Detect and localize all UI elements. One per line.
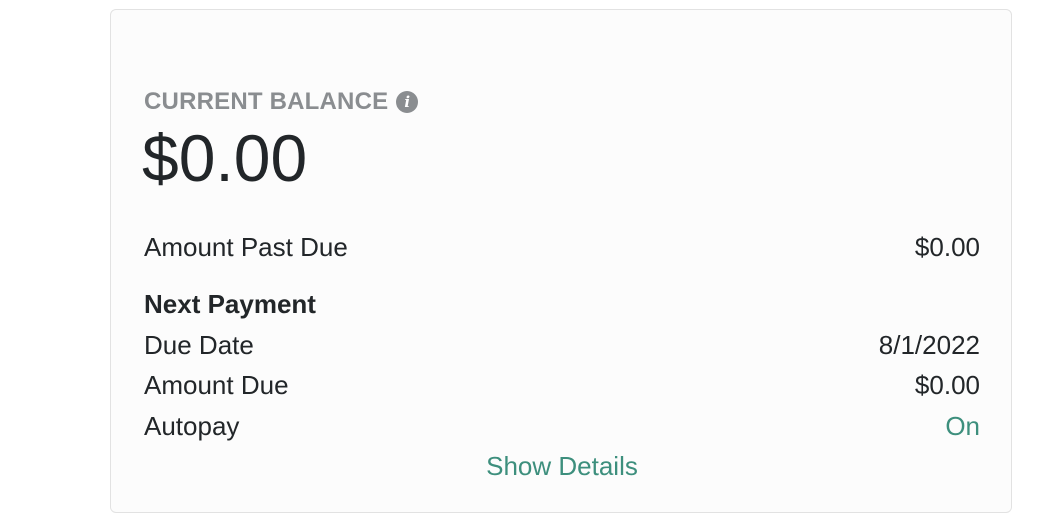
amount-due-value: $0.00: [914, 370, 980, 400]
autopay-label: Autopay: [144, 411, 240, 441]
amount-past-due-value: $0.00: [914, 232, 980, 262]
autopay-status: On: [945, 411, 980, 441]
amount-past-due-row: Amount Past Due $0.00: [144, 231, 980, 263]
current-balance-label: CURRENT BALANCE: [144, 88, 389, 115]
show-details-link[interactable]: Show Details: [111, 450, 1013, 482]
balance-card: CURRENT BALANCE i $0.00 Amount Past Due …: [110, 9, 1012, 513]
autopay-row: Autopay On: [144, 410, 980, 442]
info-icon[interactable]: i: [396, 91, 419, 113]
amount-past-due-label: Amount Past Due: [144, 232, 348, 262]
due-date-row: Due Date 8/1/2022: [144, 329, 980, 361]
due-date-value: 8/1/2022: [878, 330, 980, 360]
amount-due-label: Amount Due: [144, 370, 289, 400]
amount-due-row: Amount Due $0.00: [144, 369, 980, 401]
current-balance-heading: CURRENT BALANCE i: [144, 88, 419, 116]
due-date-label: Due Date: [144, 330, 254, 360]
next-payment-heading: Next Payment: [144, 289, 316, 319]
current-balance-amount: $0.00: [142, 121, 308, 195]
